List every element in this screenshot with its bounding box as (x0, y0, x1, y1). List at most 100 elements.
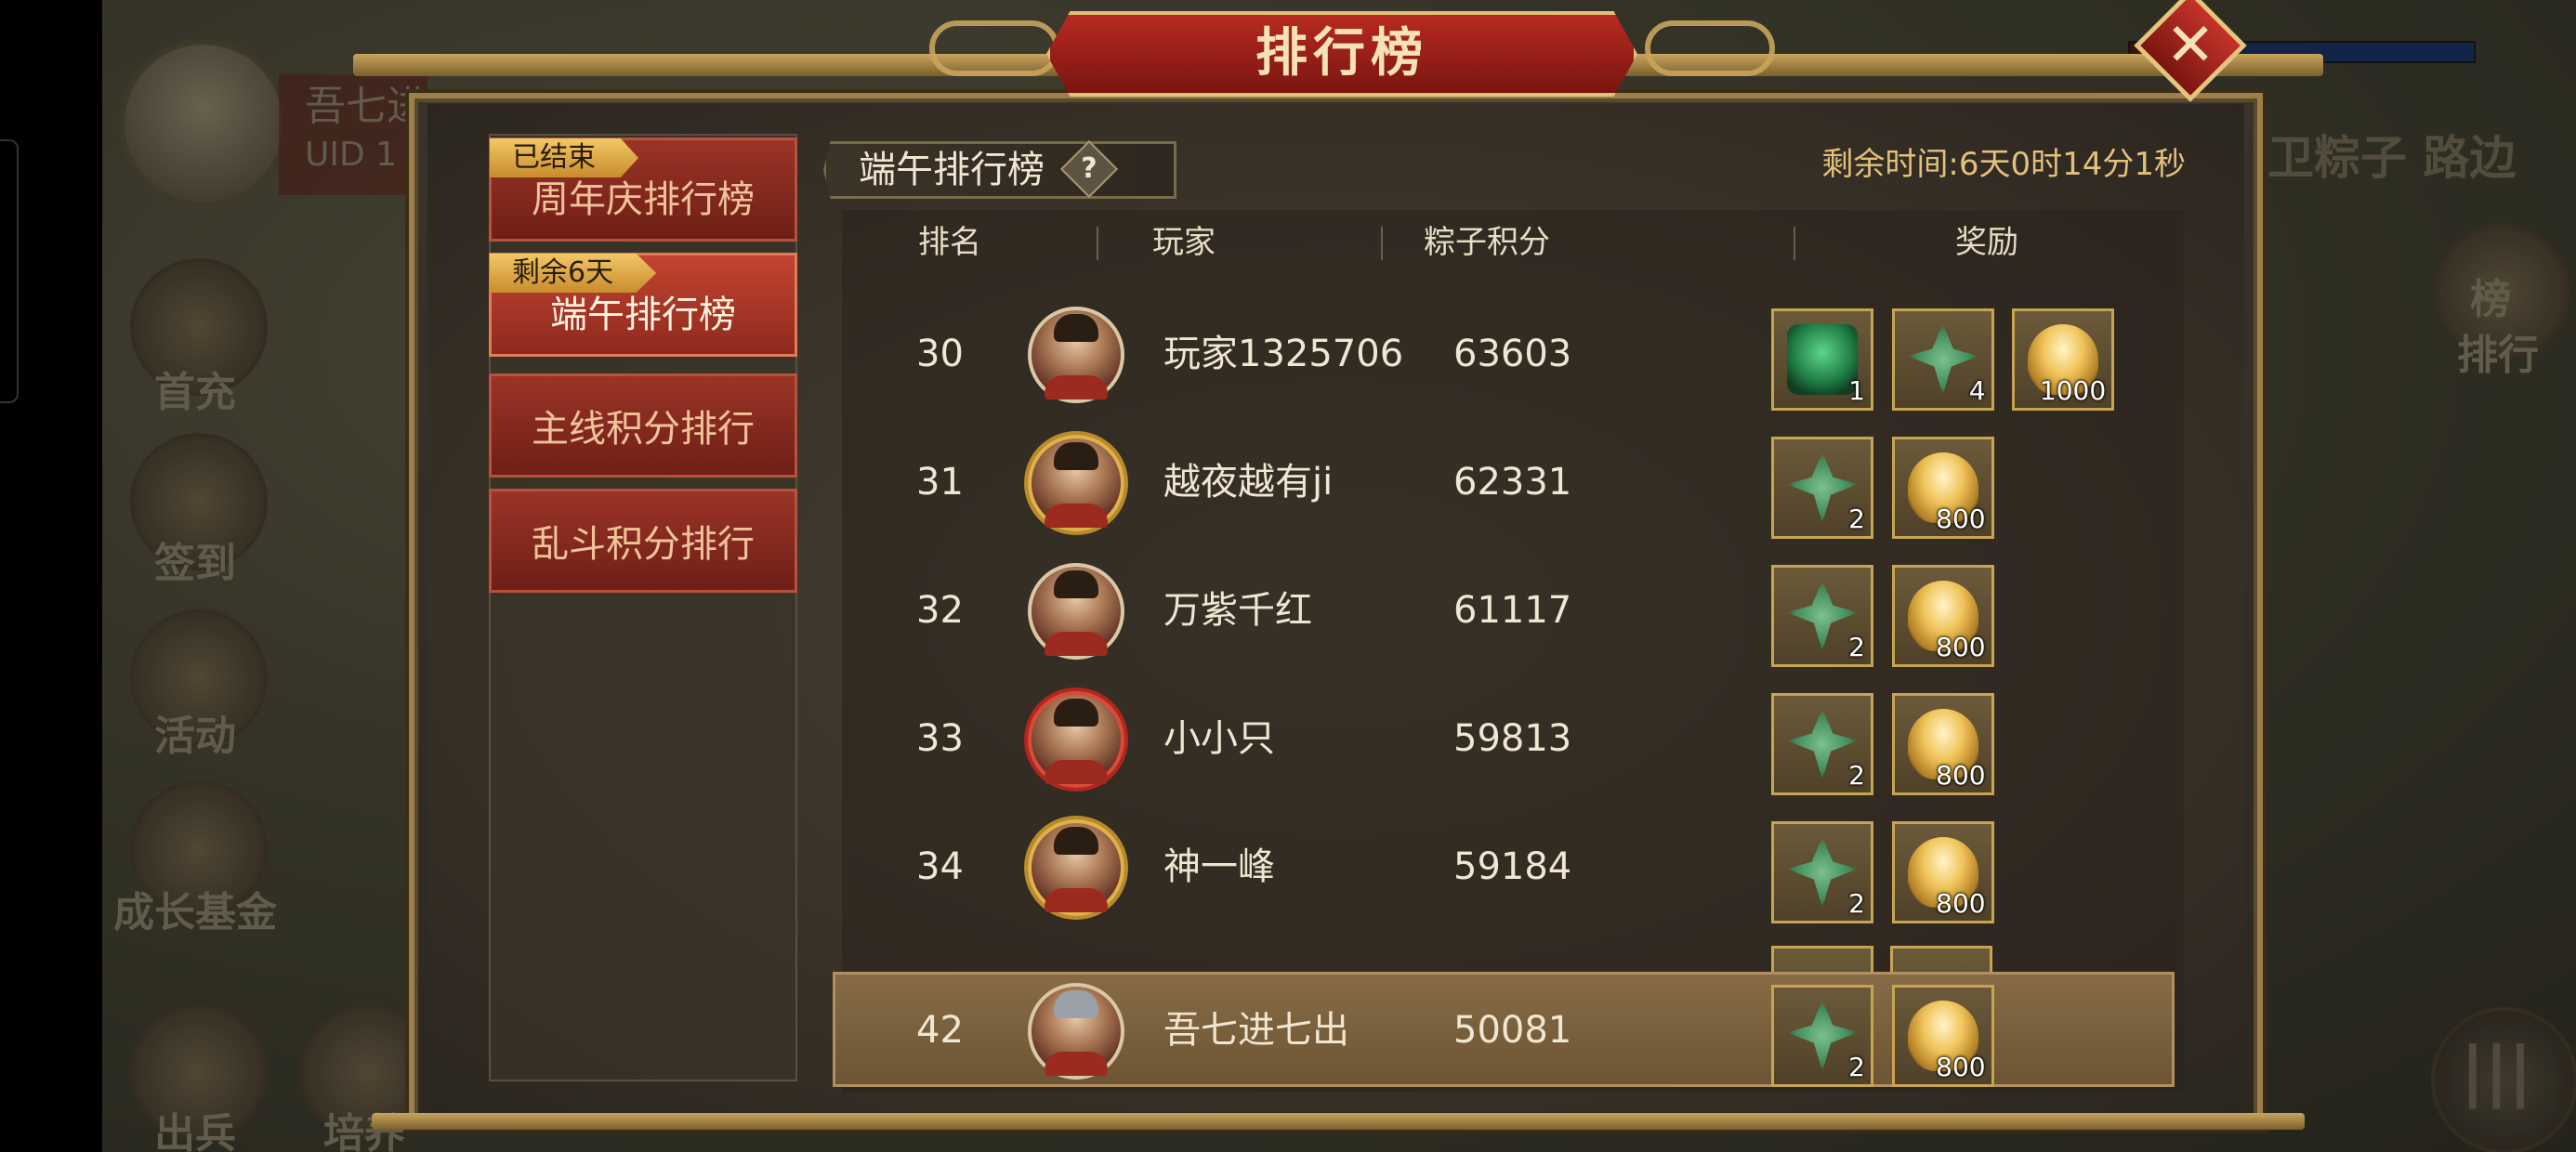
player-name[interactable]: 玩家1325706 (1163, 290, 1403, 418)
panel-bottom-border (372, 1113, 2305, 1130)
column-header-player: 玩家 (1152, 224, 1216, 261)
ranking-row: 30 玩家1325706 63603 1 4 1000 (842, 290, 2184, 418)
zongzi-leaf-icon (1787, 837, 1858, 908)
avatar-hat (1054, 442, 1098, 470)
player-name[interactable]: 吾七进七出 (1163, 966, 1349, 1094)
player-avatar[interactable] (1028, 983, 1124, 1080)
avatar-robe (1045, 632, 1108, 656)
tab-label: 乱斗积分排行 (532, 523, 755, 566)
reward-slot[interactable]: 2 (1771, 437, 1873, 539)
zongzi-score: 63603 (1453, 333, 1572, 375)
reward-count: 800 (1936, 504, 1986, 534)
player-avatar[interactable] (1028, 691, 1124, 788)
player-name[interactable]: 神一峰 (1163, 803, 1275, 931)
avatar-hat (1054, 314, 1098, 342)
rank-number: 31 (916, 461, 964, 504)
rank-number: 30 (916, 333, 964, 375)
avatar-robe (1045, 760, 1108, 784)
reward-slot[interactable]: 2 (1771, 565, 1873, 667)
tab-status-badge: 剩余6天 (490, 254, 657, 293)
reward-slot[interactable]: 800 (1891, 821, 1994, 923)
tab-dragon-boat-ranking[interactable]: 端午排行榜 剩余6天 (489, 253, 797, 357)
ranking-row: 34 神一峰 59184 2 800 (842, 803, 2184, 931)
game-screen: 吾七进 UID 1 首充 签到 活动 成长基金 出兵 培养 榜 排行 卫粽子 路… (0, 0, 2576, 1152)
reward-count: 800 (1936, 632, 1986, 662)
player-name[interactable]: 小小只 (1163, 674, 1275, 803)
column-divider (1794, 227, 1795, 260)
reward-slot[interactable]: 800 (1891, 565, 1994, 667)
reward-slot[interactable]: 1000 (2012, 308, 2115, 411)
reward-slot[interactable]: 1 (1771, 308, 1873, 411)
column-divider (1381, 227, 1383, 260)
left-scroll-ornament (929, 20, 1059, 76)
zongzi-score: 59184 (1453, 845, 1572, 888)
tab-status-badge: 已结束 (490, 138, 638, 177)
device-notch (0, 139, 19, 403)
tab-main-quest-ranking[interactable]: 主线积分排行 (489, 373, 797, 478)
avatar-hat (1054, 699, 1098, 727)
close-x-icon[interactable]: ✕ (2150, 6, 2230, 85)
avatar-robe (1045, 504, 1108, 528)
ranking-row: 33 小小只 59813 2 800 (842, 674, 2184, 803)
reward-count: 2 (1848, 632, 1865, 662)
ranking-row: 31 越夜越有ji 62331 2 800 (842, 418, 2184, 546)
player-avatar[interactable] (1028, 819, 1124, 916)
reward-count: 2 (1848, 1052, 1865, 1082)
reward-slot[interactable]: 2 (1771, 985, 1873, 1087)
zongzi-score: 59813 (1453, 717, 1572, 760)
zongzi-leaf-icon (1787, 709, 1858, 779)
player-name[interactable]: 万紫千红 (1163, 546, 1312, 674)
tab-brawl-ranking[interactable]: 乱斗积分排行 (489, 489, 797, 593)
reward-slot[interactable]: 4 (1891, 308, 1994, 411)
reward-count: 800 (1936, 1052, 1986, 1082)
avatar-hat (1054, 570, 1098, 598)
column-header-score: 粽子积分 (1424, 224, 1550, 261)
reward-slot[interactable]: 800 (1891, 437, 1994, 539)
zongzi-leaf-icon (1787, 1001, 1858, 1071)
remaining-time: 剩余时间:6天0时14分1秒 (1821, 146, 2186, 183)
column-header-reward: 奖励 (1955, 224, 2018, 261)
reward-count: 2 (1848, 888, 1865, 919)
avatar-robe (1045, 1052, 1108, 1076)
subtitle: 端午排行榜 (859, 149, 1045, 191)
avatar-hat (1054, 990, 1098, 1018)
avatar-robe (1045, 375, 1108, 399)
help-icon[interactable]: ? (1069, 149, 1110, 190)
rank-number: 33 (916, 717, 964, 760)
rank-number: 32 (916, 589, 964, 632)
avatar-hat (1054, 827, 1098, 855)
zongzi-score: 62331 (1453, 461, 1572, 504)
player-avatar[interactable] (1028, 307, 1124, 403)
right-scroll-ornament (1645, 20, 1775, 76)
reward-slot[interactable]: 2 (1771, 821, 1873, 923)
avatar-robe (1045, 888, 1108, 912)
window-title: 排行榜 (1255, 23, 1428, 84)
reward-slot[interactable]: 800 (1891, 985, 1994, 1087)
my-ranking-entry: 42 吾七进七出 50081 2 800 (842, 966, 2184, 1094)
reward-count: 2 (1848, 760, 1865, 791)
player-avatar[interactable] (1028, 435, 1124, 531)
player-avatar[interactable] (1028, 563, 1124, 660)
tab-anniversary-ranking[interactable]: 周年庆排行榜 已结束 (489, 137, 797, 242)
column-divider (1097, 227, 1098, 260)
reward-count: 1 (1848, 375, 1865, 406)
reward-count: 4 (1968, 375, 1986, 406)
tab-label: 主线积分排行 (532, 408, 755, 451)
zongzi-score: 50081 (1453, 1009, 1572, 1052)
column-header-rank: 排名 (918, 224, 981, 261)
ranking-row: 32 万紫千红 61117 2 800 (842, 546, 2184, 674)
reward-count: 800 (1936, 888, 1986, 919)
rank-number: 34 (916, 845, 964, 888)
reward-count: 1000 (2039, 375, 2107, 406)
zongzi-leaf-icon (1787, 452, 1858, 523)
rank-number: 42 (916, 1009, 964, 1052)
zongzi-score: 61117 (1453, 589, 1572, 632)
player-name[interactable]: 越夜越有ji (1163, 418, 1333, 546)
reward-slot[interactable]: 2 (1771, 693, 1873, 795)
zongzi-leaf-icon (1907, 324, 1978, 395)
reward-slot[interactable]: 800 (1891, 693, 1994, 795)
reward-count: 2 (1848, 504, 1865, 534)
zongzi-leaf-icon (1787, 581, 1858, 651)
reward-count: 800 (1936, 760, 1986, 791)
jade-beast-icon (1787, 324, 1858, 395)
